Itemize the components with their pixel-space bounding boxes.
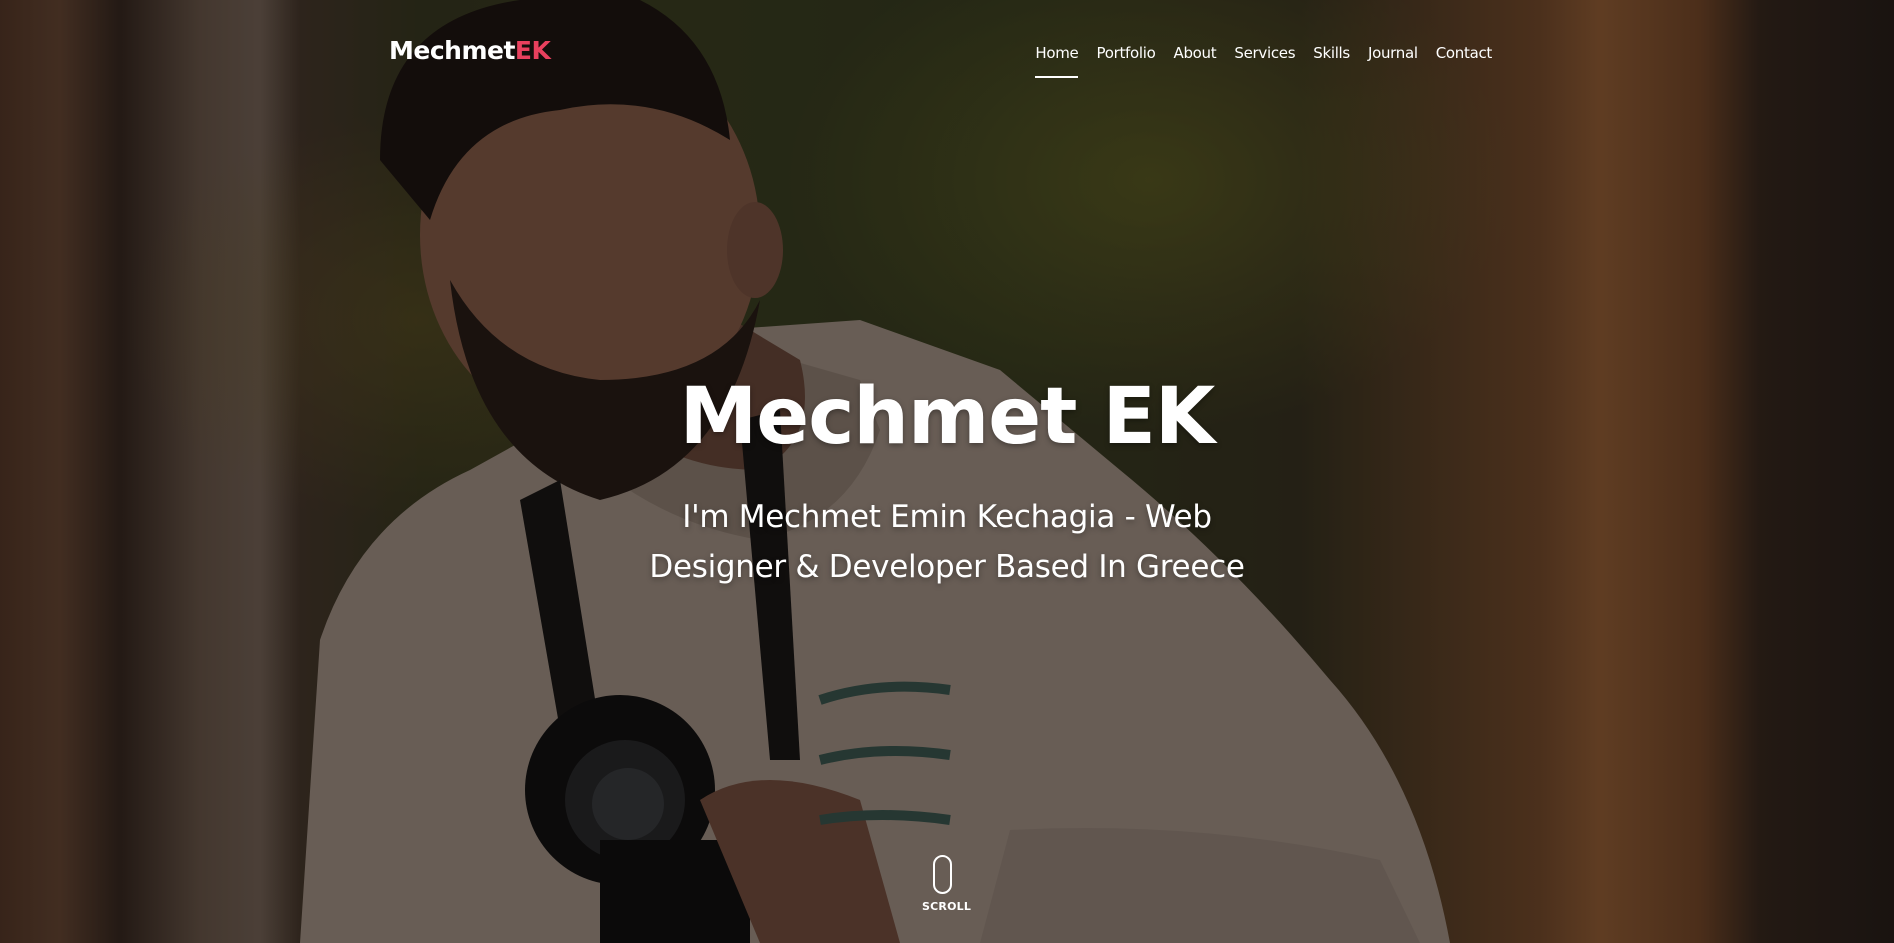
nav-link-contact[interactable]: Contact: [1436, 44, 1493, 76]
scroll-down-button[interactable]: SCROLL: [922, 855, 972, 913]
site-logo[interactable]: MechmetEK: [389, 36, 551, 65]
mouse-icon: [932, 855, 952, 894]
hero-section: MechmetEK Home Portfolio About Services …: [0, 0, 1894, 943]
top-navbar: MechmetEK Home Portfolio About Services …: [0, 0, 1894, 100]
nav-item-about: About: [1174, 44, 1217, 78]
hero-text-block: Mechmet EK I'm Mechmet Emin Kechagia - W…: [0, 372, 1894, 592]
hero-title: Mechmet EK: [679, 372, 1216, 462]
nav-item-contact: Contact: [1436, 44, 1493, 78]
nav-link-about[interactable]: About: [1174, 44, 1217, 76]
logo-main-text: Mechmet: [389, 36, 515, 65]
hero-subtitle: I'm Mechmet Emin Kechagia - Web Designer…: [649, 499, 1245, 585]
scroll-label: SCROLL: [922, 900, 972, 913]
nav-item-home: Home: [1035, 44, 1079, 78]
nav-link-home[interactable]: Home: [1035, 44, 1079, 78]
nav-link-skills[interactable]: Skills: [1313, 44, 1350, 76]
nav-item-journal: Journal: [1368, 44, 1418, 78]
nav-item-portfolio: Portfolio: [1096, 44, 1155, 78]
nav-item-services: Services: [1234, 44, 1295, 78]
logo-accent-text: EK: [514, 36, 551, 65]
nav-link-journal[interactable]: Journal: [1368, 44, 1418, 76]
nav-item-skills: Skills: [1313, 44, 1350, 78]
main-menu: Home Portfolio About Services Skills Jou…: [1017, 44, 1492, 78]
nav-link-portfolio[interactable]: Portfolio: [1096, 44, 1155, 76]
nav-link-services[interactable]: Services: [1234, 44, 1295, 76]
